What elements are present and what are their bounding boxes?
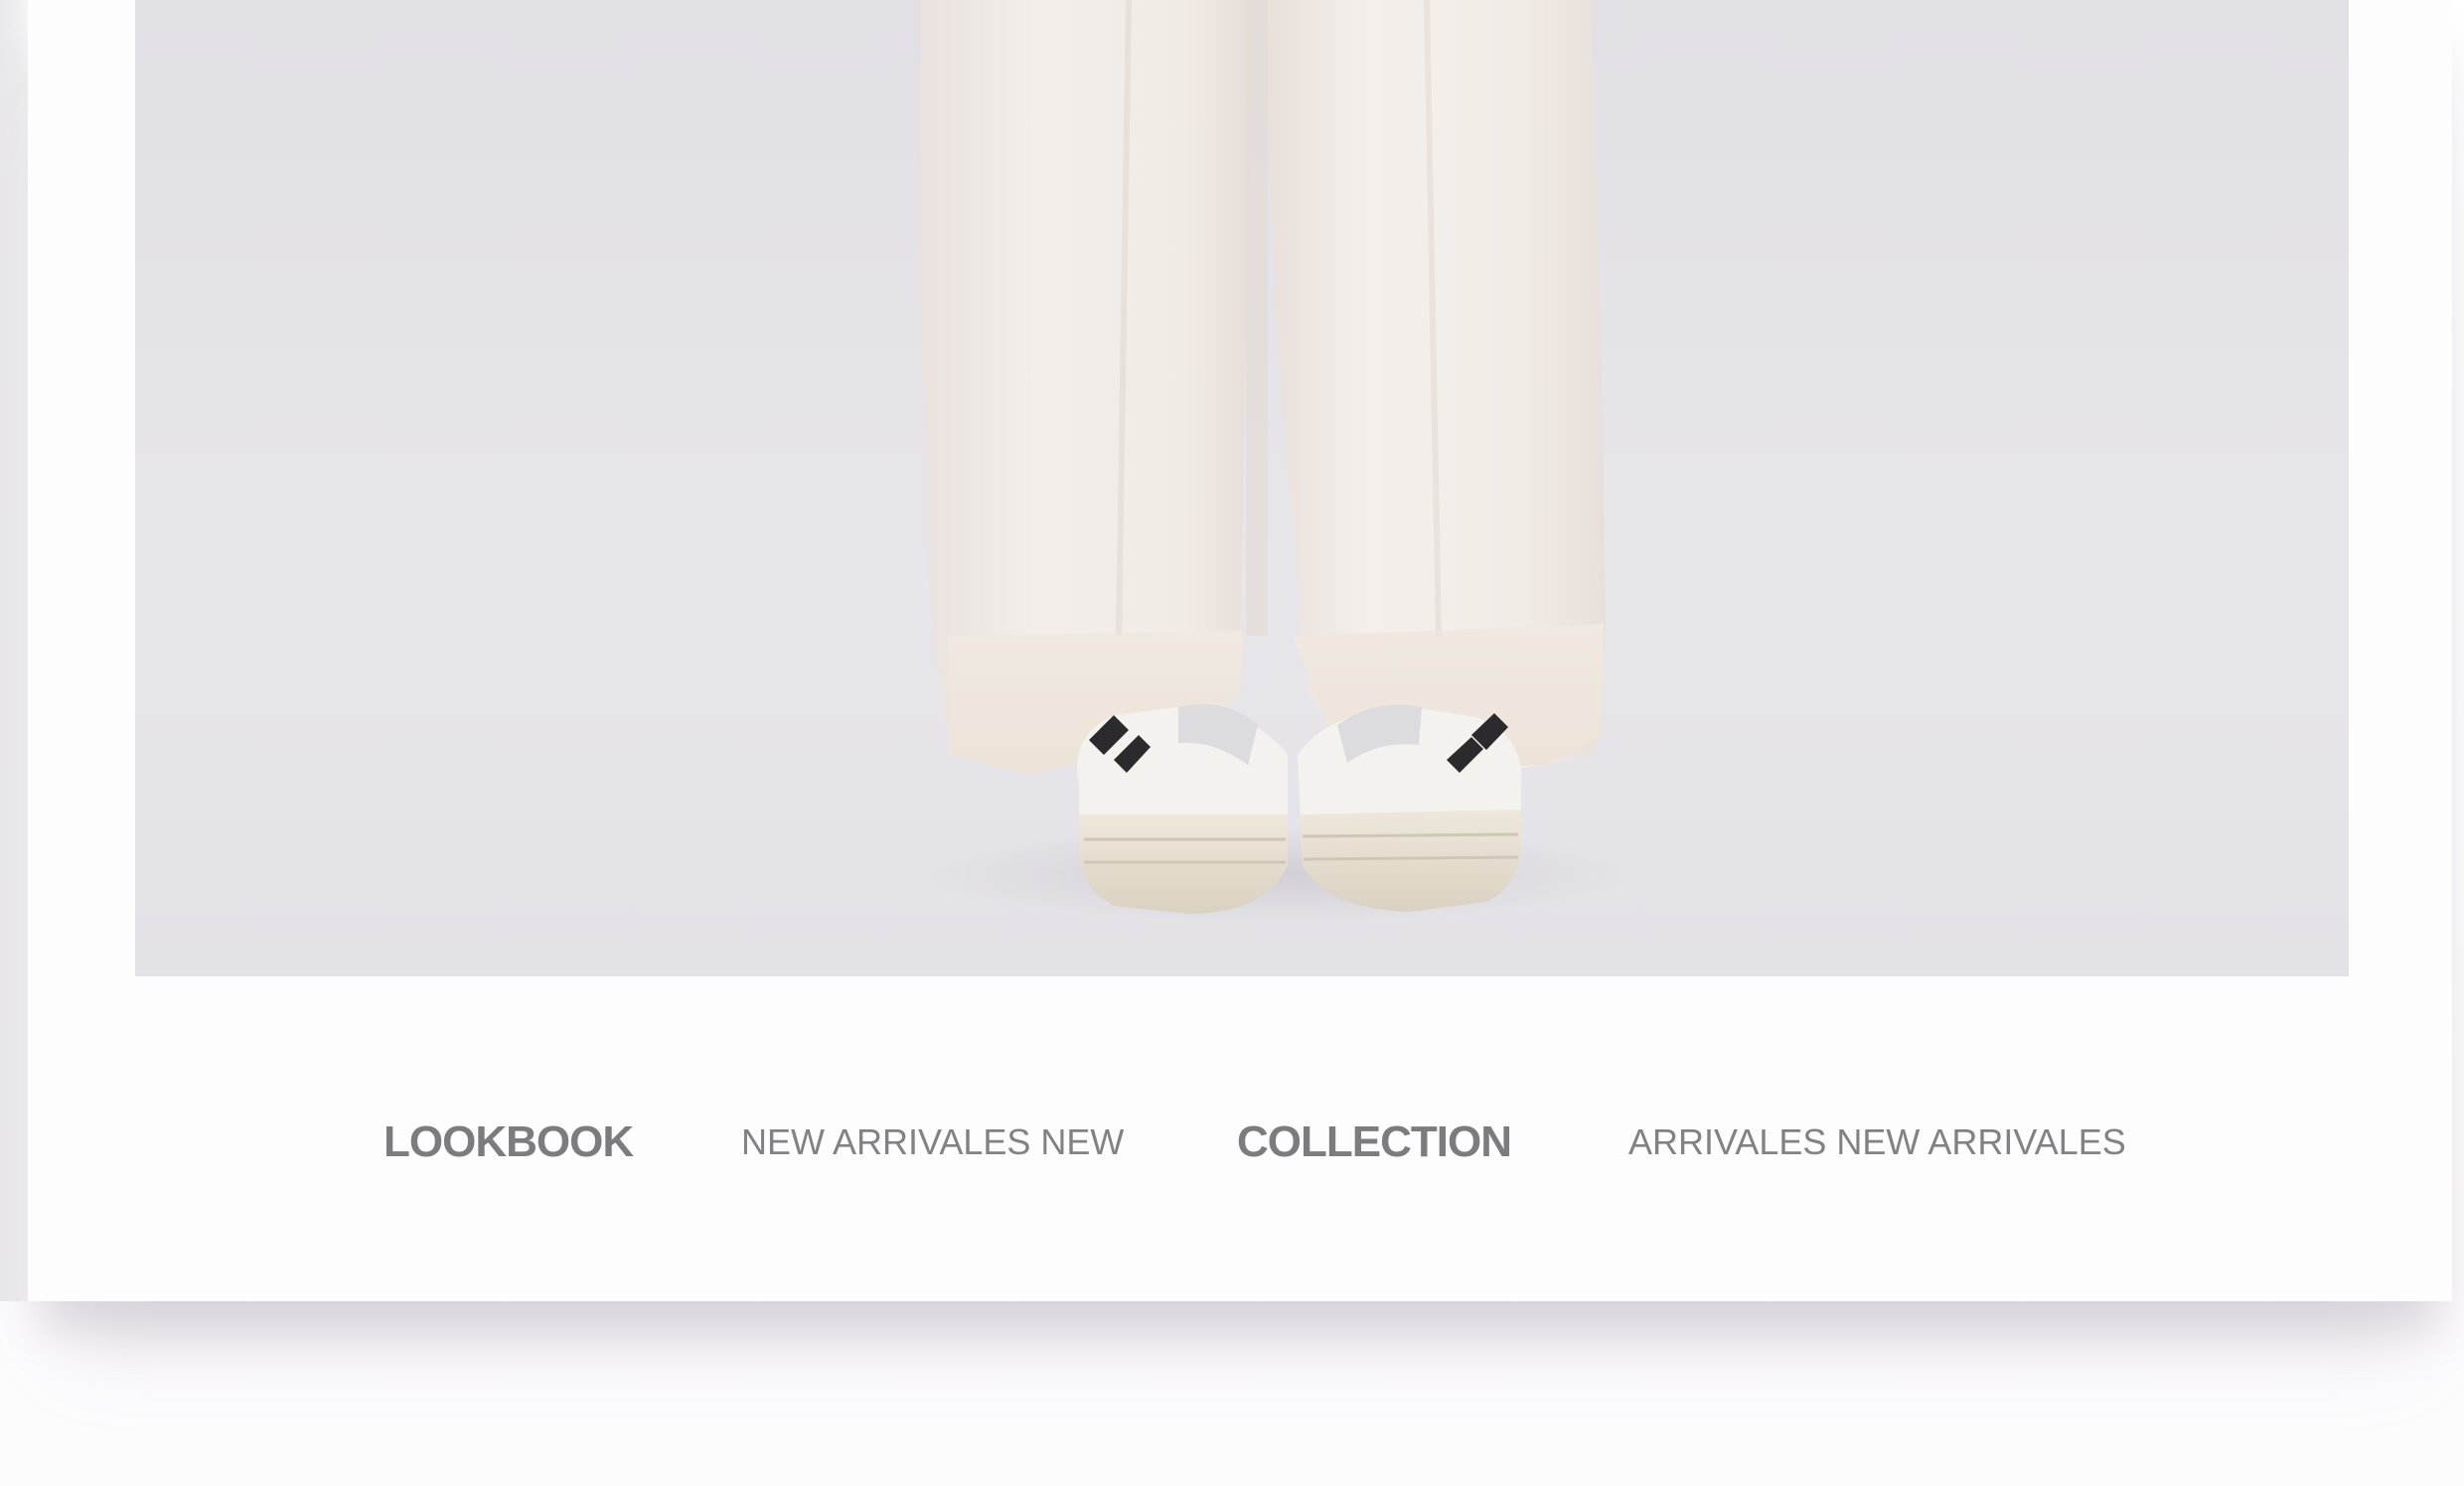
nav-link-collection[interactable]: COLLECTION [1237,1103,1512,1182]
page: LOOKBOOK NEW ARRIVALES NEW COLLECTION AR… [0,0,2464,1486]
nav-link-lookbook[interactable]: LOOKBOOK [384,1103,634,1182]
nav-link-arrivales[interactable]: ARRIVALES NEW ARRIVALES [1628,1103,2126,1182]
hero-photo[interactable] [135,0,2349,976]
left-gutter [0,0,28,1301]
lookbook-card: LOOKBOOK NEW ARRIVALES NEW COLLECTION AR… [28,0,2452,1301]
category-nav: LOOKBOOK NEW ARRIVALES NEW COLLECTION AR… [28,1103,2452,1182]
model-trousers-sneakers-image [135,0,2349,976]
nav-link-new-arrivales[interactable]: NEW ARRIVALES NEW [741,1103,1124,1182]
